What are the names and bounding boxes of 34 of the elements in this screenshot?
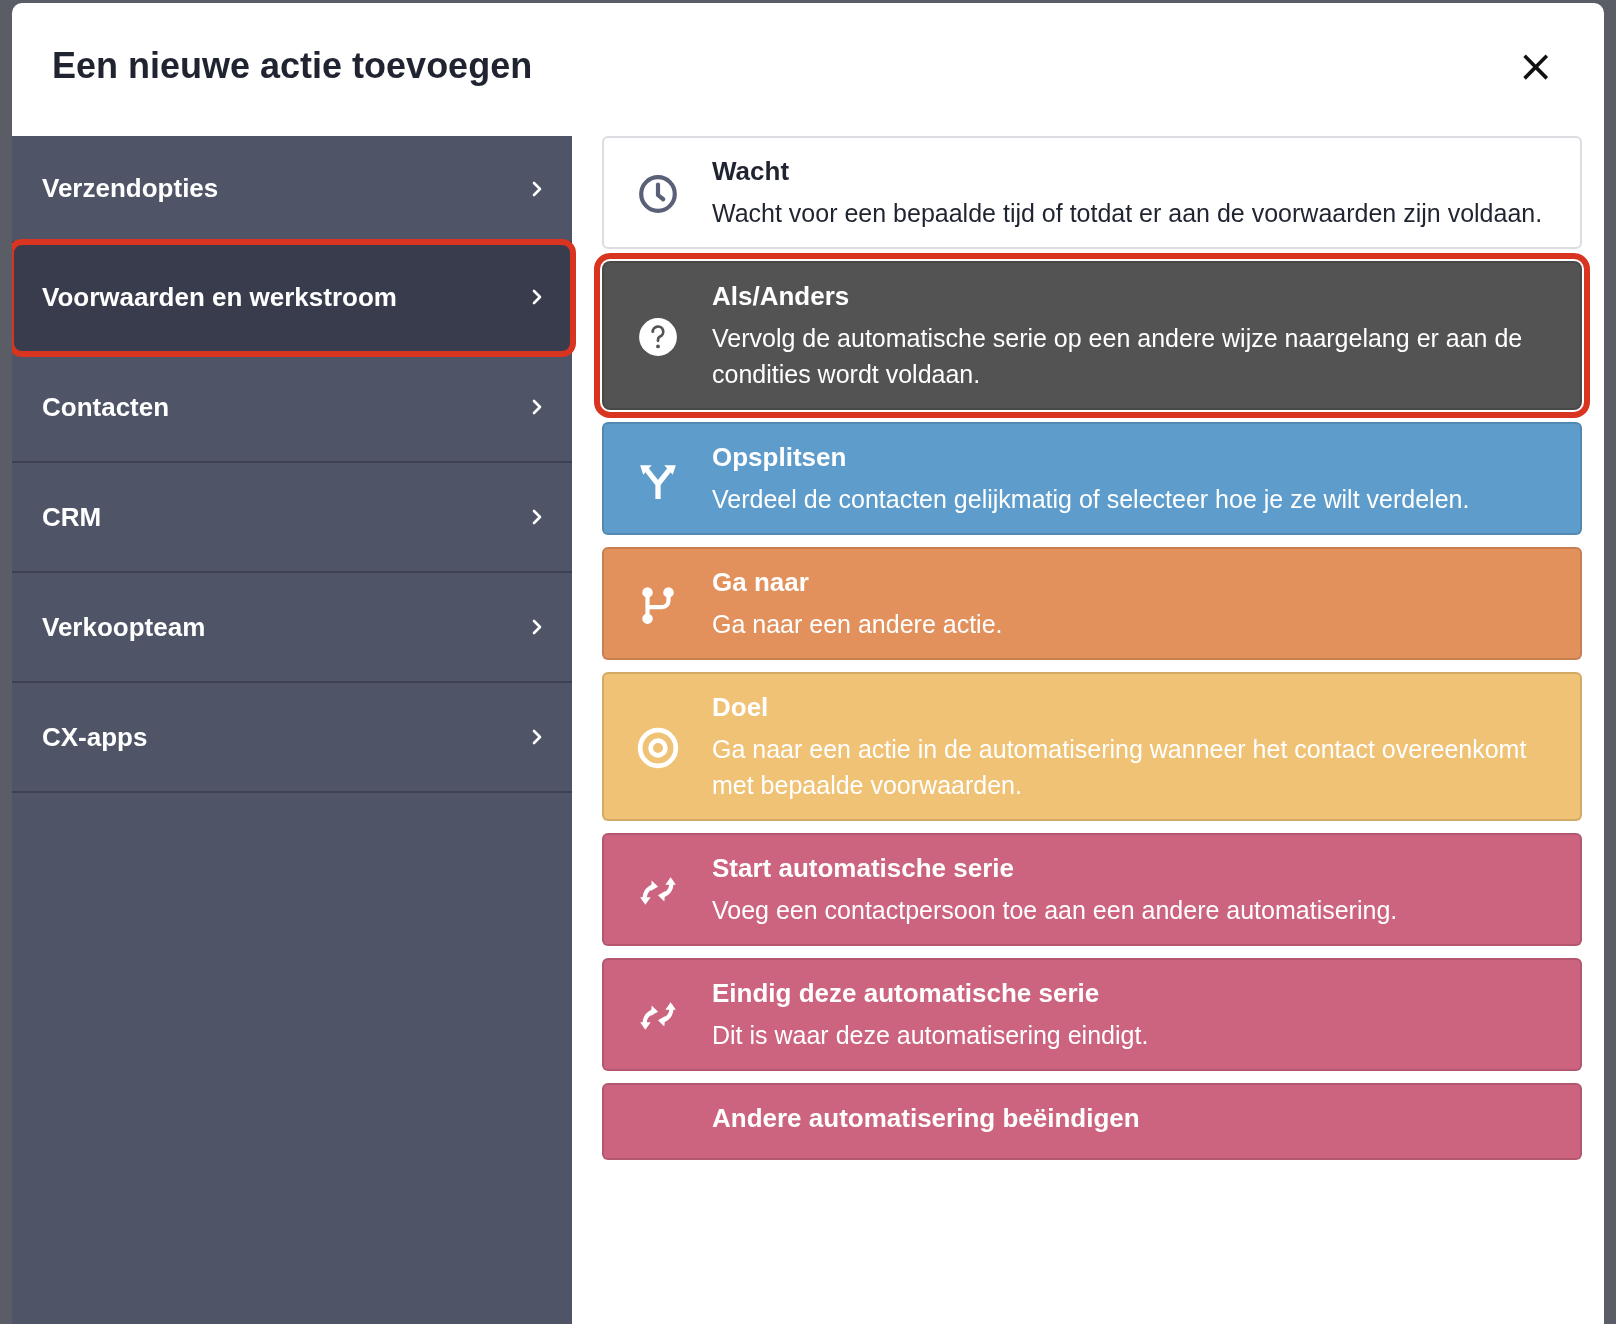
action-title: Eindig deze automatische serie bbox=[712, 978, 1101, 1009]
sidebar-item[interactable]: Verkoopteam bbox=[12, 573, 572, 683]
action-description: Ga naar een andere actie. bbox=[712, 609, 1004, 640]
action-description: Dit is waar deze automatisering eindigt. bbox=[712, 1020, 1150, 1051]
action-description: Vervolg de automatische serie op een andere wijze naargelang er aan de condities wordt voldaan. bbox=[712, 323, 1524, 390]
question-icon bbox=[637, 315, 679, 358]
action-description: Verdeel de contacten gelijkmatig of selecteer hoe je ze wilt verdelen. bbox=[712, 484, 1471, 515]
dialog-title: Een nieuwe actie toevoegen bbox=[52, 44, 533, 87]
target-icon bbox=[637, 726, 679, 769]
chevron-right-icon bbox=[532, 180, 542, 197]
chevron-right-icon bbox=[532, 399, 542, 415]
action-card[interactable]: Start automatische serie Voeg een contactpersoon toe aan een andere automatisering. bbox=[602, 833, 1582, 946]
action-description: Wacht voor een bepaalde tijd of totdat er aan de voorwaarden zijn voldaan. bbox=[712, 198, 1544, 229]
action-title: Doel bbox=[712, 692, 770, 723]
action-description: Voeg een contactpersoon toe aan een andere automatisering. bbox=[712, 895, 1399, 926]
chevron-right-icon bbox=[532, 289, 542, 305]
action-title: Wacht bbox=[712, 156, 791, 187]
sidebar-item[interactable]: CRM bbox=[12, 463, 572, 573]
close-button[interactable]: × bbox=[1511, 43, 1560, 88]
action-title: Ga naar bbox=[712, 567, 810, 598]
action-card[interactable]: Wacht Wacht voor een bepaalde tijd of totdat er aan de voorwaarden zijn voldaan. bbox=[602, 136, 1582, 249]
action-title: Als/Anders bbox=[712, 281, 851, 312]
chevron-right-icon bbox=[532, 509, 542, 525]
chevron-right-icon bbox=[532, 619, 542, 635]
sidebar-item[interactable]: Contacten bbox=[12, 353, 572, 463]
action-card[interactable]: Eindig deze automatische serie Dit is waar deze automatisering eindigt. bbox=[602, 958, 1582, 1071]
action-title: Start automatische serie bbox=[712, 853, 1015, 884]
chevron-right-icon bbox=[532, 729, 542, 745]
action-description: Ga naar een actie in de automatisering wanneer het contact overeenkomt met bepaalde voorwaarden. bbox=[712, 734, 1528, 801]
action-title: Opsplitsen bbox=[712, 442, 848, 473]
clock-icon bbox=[637, 172, 679, 215]
action-title: Andere automatisering beëindigen bbox=[712, 1103, 1141, 1134]
action-card[interactable]: Andere automatisering beëindigen bbox=[602, 1083, 1582, 1160]
sidebar-item[interactable]: CX-apps bbox=[12, 683, 572, 793]
